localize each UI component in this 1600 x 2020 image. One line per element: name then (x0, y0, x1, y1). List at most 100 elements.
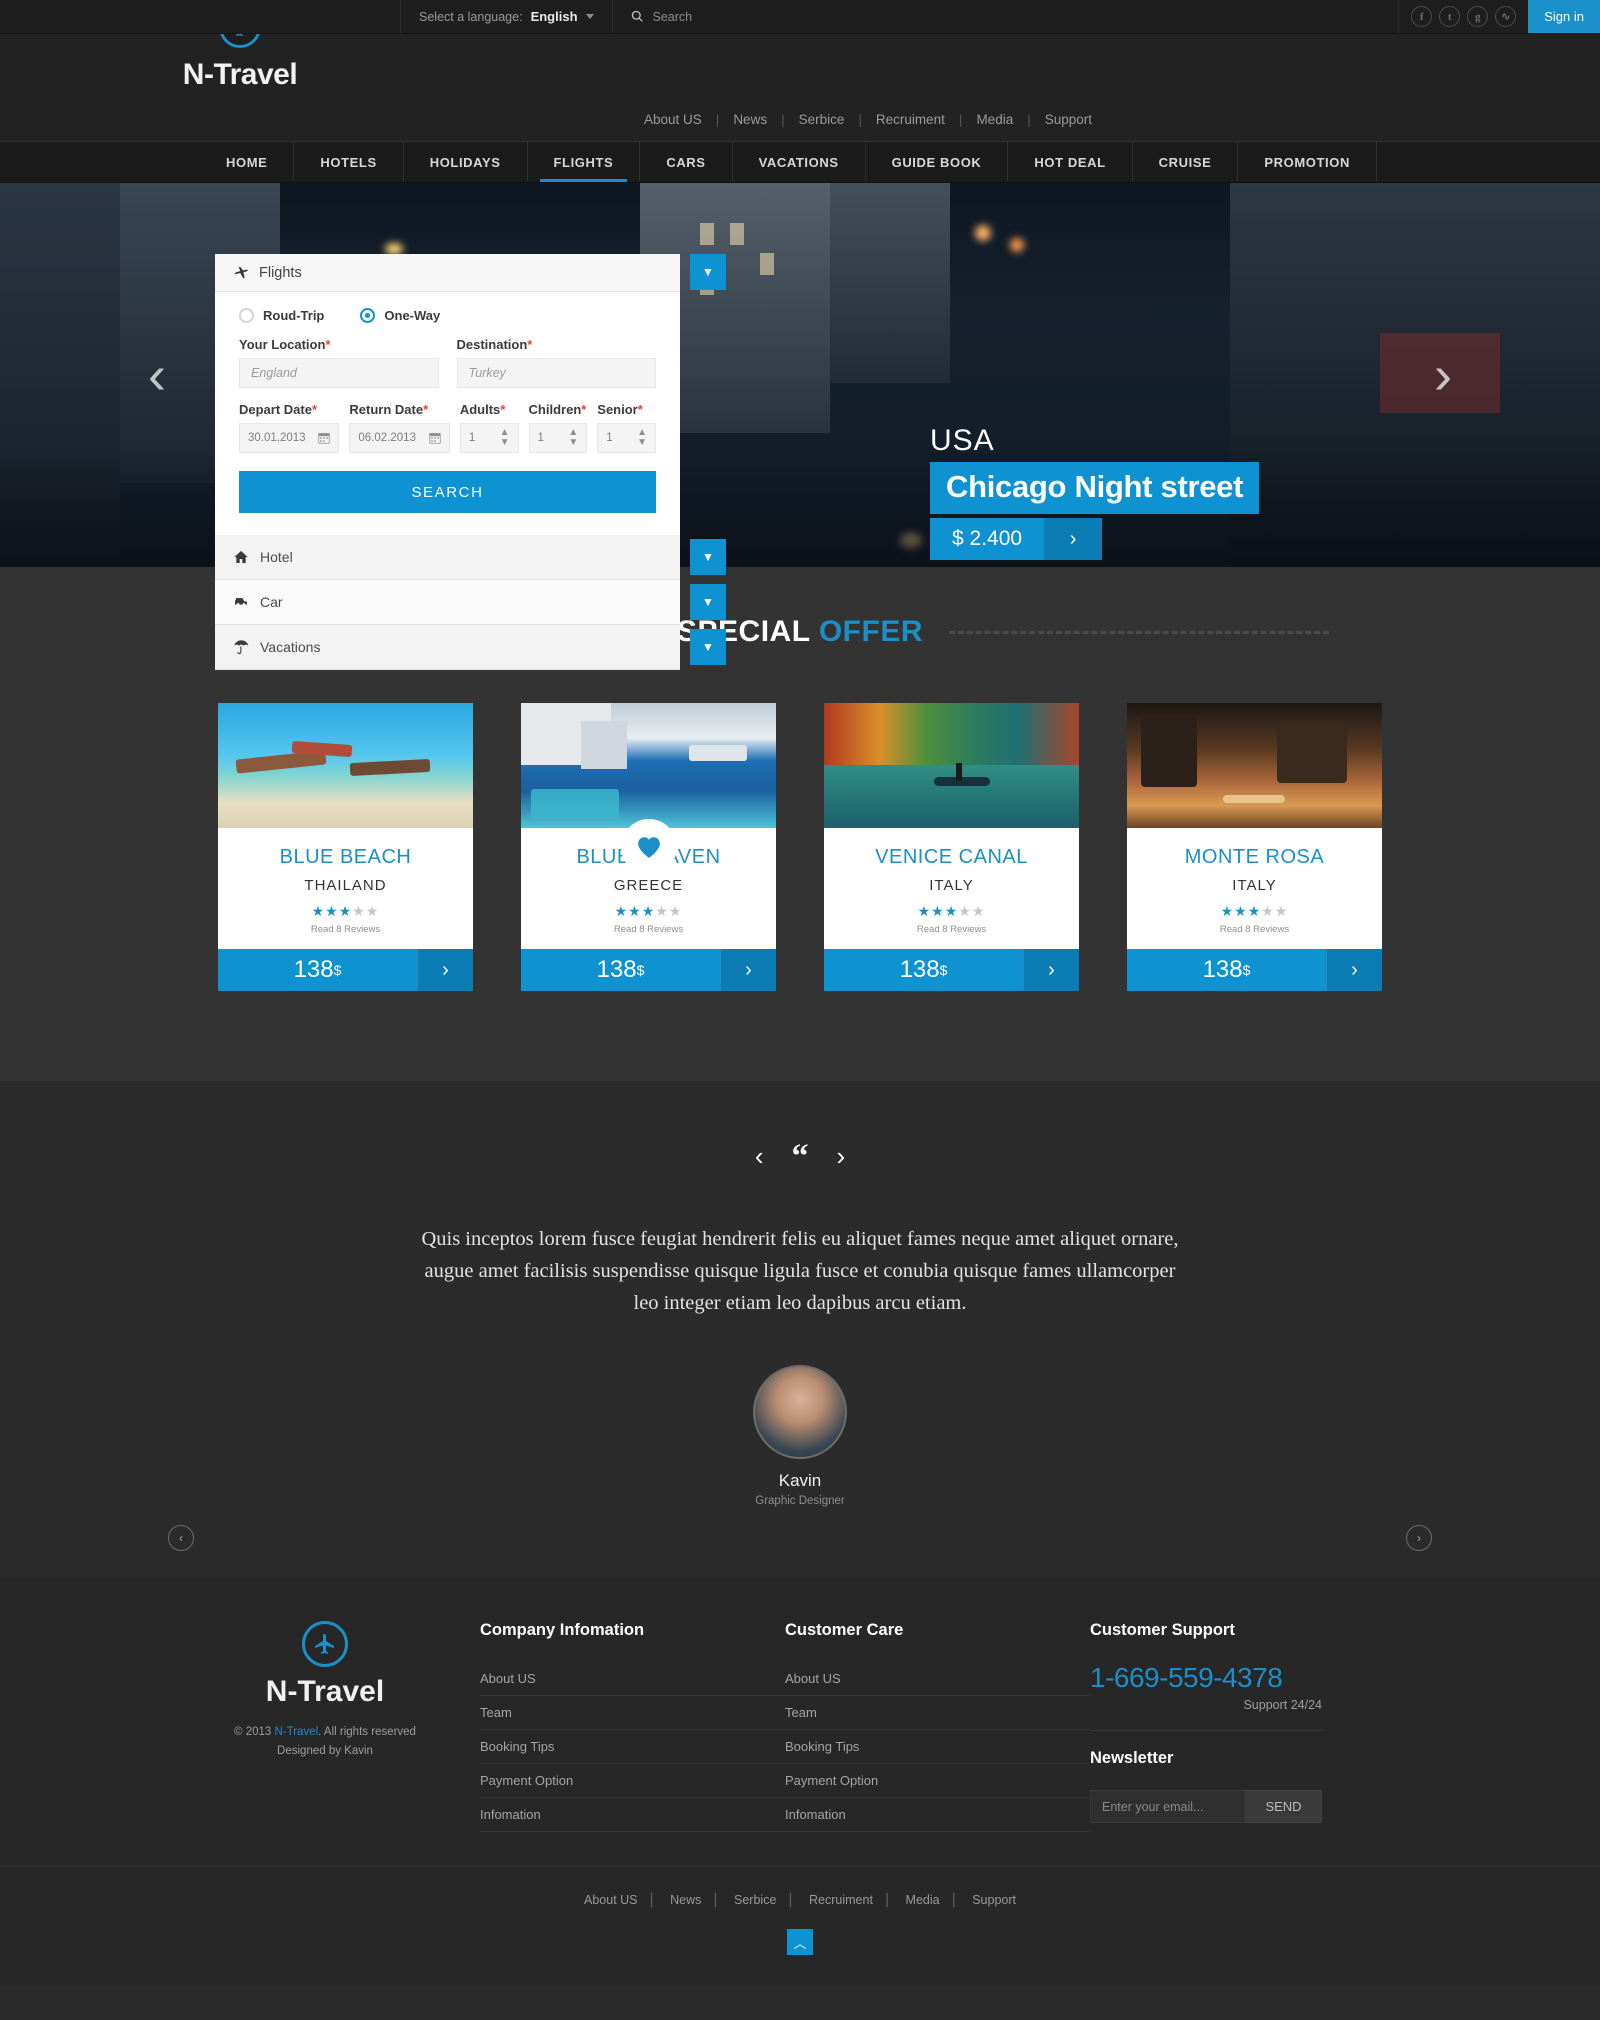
offer-card-name: BLUE BEACH (279, 846, 412, 868)
offer-card[interactable]: MONTE ROSA ITALY ★★★★★ Read 8 Reviews 13… (1127, 703, 1382, 991)
nav-item-cruise[interactable]: CRUISE (1133, 142, 1239, 182)
offer-card-reviews[interactable]: Read 8 Reviews (824, 924, 1079, 935)
footer-company-link-2[interactable]: Booking Tips (480, 1730, 785, 1765)
offer-card[interactable]: VENICE CANAL ITALY ★★★★★ Read 8 Reviews … (824, 703, 1079, 991)
signin-button[interactable]: Sign in (1528, 0, 1600, 33)
adults-stepper[interactable]: 1 ▲ ▼ (459, 423, 519, 453)
header-nav-item-4[interactable]: Media (962, 112, 1027, 127)
footer-company-link-3[interactable]: Payment Option (480, 1764, 785, 1799)
nav-item-holidays[interactable]: HOLIDAYS (404, 142, 528, 182)
trip-type-roundtrip[interactable]: Roud-Trip (239, 308, 324, 323)
booking-tab-vacations[interactable]: Vacations (215, 625, 680, 670)
header-nav-item-1[interactable]: News (719, 112, 781, 127)
hero-details-button[interactable]: › (1044, 518, 1103, 560)
senior-label-text: Senior (597, 402, 638, 417)
testimonial-prev-button[interactable]: ‹ (755, 1141, 764, 1172)
booking-tab-hotel[interactable]: Hotel (215, 535, 680, 580)
footer-bottom-link-0[interactable]: About US (572, 1893, 650, 1907)
nav-item-home[interactable]: HOME (200, 142, 295, 182)
rss-icon[interactable]: ∿ (1495, 6, 1517, 27)
offers-prev-button[interactable]: ‹ (168, 1525, 194, 1551)
offer-card-details-button[interactable]: › (1023, 949, 1079, 991)
booking-flights-header[interactable]: Flights (215, 254, 680, 292)
destination-input[interactable]: Turkey (456, 358, 656, 388)
twitter-icon[interactable]: t (1439, 6, 1461, 27)
offer-card-reviews[interactable]: Read 8 Reviews (1127, 924, 1382, 935)
footer-bottom-link-3[interactable]: Recruiment (797, 1893, 885, 1907)
hero-next-button[interactable]: › (1434, 344, 1452, 406)
offer-card-footer: 138 $ › (521, 949, 776, 991)
footer-bottom-link-5[interactable]: Support (960, 1893, 1028, 1907)
location-input[interactable]: England (239, 358, 439, 388)
language-selector[interactable]: Select a language: English (400, 0, 613, 33)
offer-card[interactable]: BLUE HEAVEN GREECE ★★★★★ Read 8 Reviews … (521, 703, 776, 991)
back-to-top-button[interactable]: ︿ (787, 1929, 813, 1956)
offer-card-reviews[interactable]: Read 8 Reviews (521, 924, 776, 935)
booking-hotel-toggle[interactable]: ▼ (690, 539, 726, 575)
destination-field-group: Destination* Turkey (456, 337, 656, 388)
footer-care-link-2[interactable]: Booking Tips (785, 1730, 1090, 1765)
footer-care-link-1[interactable]: Team (785, 1696, 1090, 1731)
nav-item-guide-book[interactable]: GUIDE BOOK (866, 142, 1009, 182)
footer-care-link-0[interactable]: About US (785, 1662, 1090, 1697)
support-phone[interactable]: 1-669-559-4378 (1090, 1662, 1380, 1694)
senior-stepper[interactable]: 1 ▲ ▼ (597, 423, 657, 453)
footer-company-link-4[interactable]: Infomation (480, 1798, 785, 1833)
offer-card[interactable]: BLUE BEACH THAILAND ★★★★★ Read 8 Reviews… (218, 703, 473, 991)
offer-card-country: ITALY (1232, 877, 1277, 894)
copyright-link[interactable]: N-Travel (274, 1726, 318, 1738)
section-title-blue: OFFER (818, 615, 923, 648)
booking-car-toggle[interactable]: ▼ (690, 584, 726, 620)
nav-item-promotion[interactable]: PROMOTION (1238, 142, 1377, 182)
nav-item-hotels[interactable]: HOTELS (294, 142, 404, 182)
booking-tab-car[interactable]: Car (215, 580, 680, 625)
offer-card-details-button[interactable]: › (720, 949, 776, 991)
testimonial-next-button[interactable]: › (837, 1141, 846, 1172)
offer-card-reviews[interactable]: Read 8 Reviews (218, 924, 473, 935)
header-nav-item-5[interactable]: Support (1031, 112, 1106, 127)
trip-type-oneway[interactable]: One-Way (360, 308, 440, 323)
favorite-button[interactable] (620, 819, 677, 875)
facebook-icon[interactable]: f (1411, 6, 1433, 27)
booking-widget: Flights ▼ Roud-Trip One-Way Your Locatio… (215, 254, 726, 670)
nav-item-hot-deal[interactable]: HOT DEAL (1008, 142, 1133, 182)
children-stepper[interactable]: 1 ▲ ▼ (528, 423, 588, 453)
return-date-input[interactable]: 06.02.2013 (349, 423, 450, 453)
header-nav-item-0[interactable]: About US (630, 112, 716, 127)
flight-search-button[interactable]: SEARCH (239, 471, 656, 513)
search-placeholder: Search (652, 9, 693, 24)
offer-card-details-button[interactable]: › (1326, 949, 1382, 991)
newsletter-send-button[interactable]: SEND (1246, 1790, 1322, 1824)
header-nav-item-3[interactable]: Recruiment (862, 112, 959, 127)
booking-flights-toggle[interactable]: ▼ (690, 254, 726, 290)
nav-separator: | (649, 1891, 654, 1909)
footer-care-link-3[interactable]: Payment Option (785, 1764, 1090, 1799)
booking-vacations-toggle[interactable]: ▼ (690, 629, 726, 665)
nav-item-vacations[interactable]: VACATIONS (733, 142, 866, 182)
hero-prev-button[interactable]: ‹ (148, 344, 166, 406)
destination-label-text: Destination (456, 337, 528, 352)
chevron-down-icon (585, 14, 594, 19)
search-icon (631, 10, 643, 22)
newsletter-email-input[interactable]: Enter your email... (1090, 1790, 1246, 1824)
footer-care-link-4[interactable]: Infomation (785, 1798, 1090, 1833)
footer-company-link-0[interactable]: About US (480, 1662, 785, 1697)
footer-logo-text: N-Travel (265, 1675, 385, 1709)
search-field[interactable]: Search (613, 0, 1400, 33)
google-plus-icon[interactable]: g (1467, 6, 1489, 27)
nav-separator: | (788, 1891, 793, 1909)
footer-company-heading: Company Infomation (480, 1621, 645, 1640)
nav-item-cars[interactable]: CARS (640, 142, 733, 182)
booking-tab-vacations-label: Vacations (260, 639, 321, 655)
footer-bottom-link-2[interactable]: Serbice (722, 1893, 788, 1907)
header-nav-item-2[interactable]: Serbice (785, 112, 859, 127)
footer-company-link-1[interactable]: Team (480, 1696, 785, 1731)
avatar (753, 1365, 847, 1460)
depart-date-input[interactable]: 30.01.2013 (239, 423, 340, 453)
offers-next-button[interactable]: › (1406, 1525, 1432, 1551)
footer-bottom-link-4[interactable]: Media (894, 1893, 952, 1907)
offer-card-details-button[interactable]: › (417, 949, 473, 991)
nav-item-flights[interactable]: FLIGHTS (528, 142, 641, 182)
footer-bottom-link-1[interactable]: News (658, 1893, 713, 1907)
offer-card-body: MONTE ROSA ITALY ★★★★★ Read 8 Reviews (1127, 828, 1382, 949)
